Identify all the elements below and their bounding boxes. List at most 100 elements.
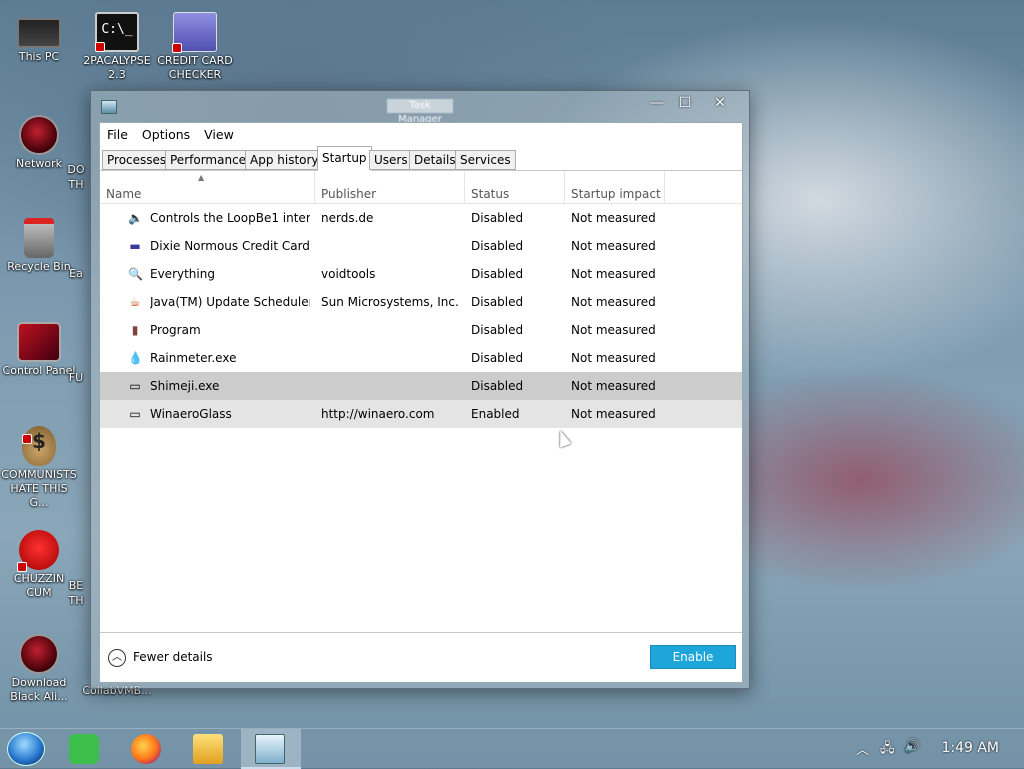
close-button[interactable]: ✕ [705,93,735,115]
tab-details[interactable]: Details [409,150,461,170]
terminal-icon: C:\_ [95,12,139,52]
row-status: Disabled [471,211,524,225]
row-impact: Not measured [571,267,656,281]
table-row-selected[interactable]: ▭ Shimeji.exe Disabled Not measured [100,372,742,400]
table-row[interactable]: ▬ Dixie Normous Credit Card S... Disable… [100,232,742,260]
menu-view[interactable]: View [197,127,241,142]
table-row[interactable]: ☕ Java(TM) Update Scheduler Sun Microsys… [100,288,742,316]
desktop-icon-communists[interactable]: $ COMMUNISTS HATE THIS G... [0,426,78,510]
row-name: Shimeji.exe [150,379,220,393]
desktop-icon-this-pc[interactable]: This PC [0,10,78,64]
row-publisher: http://winaero.com [321,407,435,421]
desktop-icon-label: COMMUNISTS HATE THIS G... [1,468,77,509]
task-manager-window: Task Manager — ☐ ✕ File Options View Pro… [90,90,750,689]
tab-startup[interactable]: Startup [317,146,372,171]
tab-processes[interactable]: Processes [102,150,172,170]
table-row[interactable]: 🔈 Controls the LoopBe1 intern... nerds.d… [100,204,742,232]
row-status: Disabled [471,323,524,337]
column-header-status[interactable]: Status [465,171,565,204]
tab-strip: Processes Performance App history Startu… [100,145,742,171]
desktop-icon-control-panel[interactable]: Control Panel [0,322,78,378]
row-name: Dixie Normous Credit Card S... [150,239,310,253]
firefox-icon [131,734,161,764]
start-orb-icon[interactable] [7,732,45,766]
window-app-icon: ▭ [129,407,141,421]
tab-performance[interactable]: Performance [165,150,252,170]
shortcut-badge-icon [17,562,27,572]
row-name: Program [150,323,201,337]
red-creature-icon [17,530,59,572]
row-publisher: voidtools [321,267,376,281]
row-status: Disabled [471,295,524,309]
recycle-bin-icon [24,218,54,258]
program-icon: ▮ [131,323,139,337]
shortcut-badge-icon [95,42,105,52]
taskbar-explorer-button[interactable] [179,729,239,769]
tab-services[interactable]: Services [455,150,516,170]
column-header-row: ▲ Name Publisher Status Startup impact [100,171,742,204]
startup-list: 🔈 Controls the LoopBe1 intern... nerds.d… [100,204,742,428]
chevron-up-icon[interactable]: ︿ [108,649,126,667]
row-name: Controls the LoopBe1 intern... [150,211,310,225]
control-panel-icon [17,322,61,362]
row-status: Disabled [471,351,524,365]
magnifier-icon: 🔍 [128,267,143,281]
enable-button[interactable]: Enable [650,645,736,669]
notes-icon [69,734,99,764]
title-bar[interactable]: Task Manager — ☐ ✕ [91,91,749,125]
table-row-hovered[interactable]: ▭ WinaeroGlass http://winaero.com Enable… [100,400,742,428]
tab-users[interactable]: Users [369,150,413,170]
column-header-name[interactable]: Name [100,171,315,204]
fewer-details-link[interactable]: Fewer details [133,650,213,664]
speaker-icon: 🔈 [128,211,143,225]
row-name: Everything [150,267,215,281]
desktop-icon-label: Download Black Ali... [10,676,68,703]
network-orb-icon [19,115,59,155]
row-publisher: Sun Microsystems, Inc. [321,295,459,309]
window-client-area: File Options View Processes Performance … [99,122,743,683]
menu-options[interactable]: Options [135,127,197,142]
table-row[interactable]: 💧 Rainmeter.exe Disabled Not measured [100,344,742,372]
row-impact: Not measured [571,211,656,225]
desktop-icon-2pacalypse[interactable]: C:\_ 2PACALYPSE 2.3 [78,12,156,82]
taskbar-notes-button[interactable] [55,729,115,769]
tray-overflow-chevron-icon[interactable]: ︿ [856,739,869,758]
row-name: Java(TM) Update Scheduler [150,295,310,309]
taskbar-clock[interactable]: 1:49 AM [941,740,999,756]
shortcut-badge-icon [172,43,182,53]
network-tray-icon[interactable]: 🖧 [880,739,895,761]
volume-tray-icon[interactable]: 🔊 [904,739,920,754]
row-status: Disabled [471,379,524,393]
row-impact: Not measured [571,351,656,365]
row-impact: Not measured [571,407,656,421]
row-publisher: nerds.de [321,211,374,225]
card-icon [172,12,217,53]
taskbar-task-manager-button[interactable] [241,729,301,769]
column-header-publisher[interactable]: Publisher [315,171,465,204]
table-row[interactable]: ▮ Program Disabled Not measured [100,316,742,344]
footer-bar: ︿ Fewer details Enable [100,632,742,682]
row-status: Enabled [471,407,520,421]
card-icon: ▬ [129,239,141,253]
row-impact: Not measured [571,379,656,393]
maximize-button[interactable]: ☐ [670,93,700,115]
menu-file[interactable]: File [100,127,135,142]
menu-bar: File Options View [100,123,742,145]
task-manager-icon [255,734,285,764]
java-icon: ☕ [129,295,141,309]
desktop-icon-download[interactable]: Download Black Ali... [0,634,78,704]
column-header-startup-impact[interactable]: Startup impact [565,171,665,204]
desktop-icon-recycle-bin[interactable]: Recycle Bin [0,218,78,274]
tab-app-history[interactable]: App history [245,150,324,170]
row-name: WinaeroGlass [150,407,232,421]
window-title: Task Manager [387,99,453,125]
shortcut-badge-icon [22,434,32,444]
droplet-icon: 💧 [128,351,143,365]
table-row[interactable]: 🔍 Everything voidtools Disabled Not meas… [100,260,742,288]
minimize-button[interactable]: — [642,93,672,115]
desktop-icon-credit-card-checker[interactable]: CREDIT CARD CHECKER [156,12,234,82]
row-impact: Not measured [571,239,656,253]
download-orb-icon [19,634,59,674]
taskbar-firefox-button[interactable] [117,729,177,769]
row-name: Rainmeter.exe [150,351,237,365]
